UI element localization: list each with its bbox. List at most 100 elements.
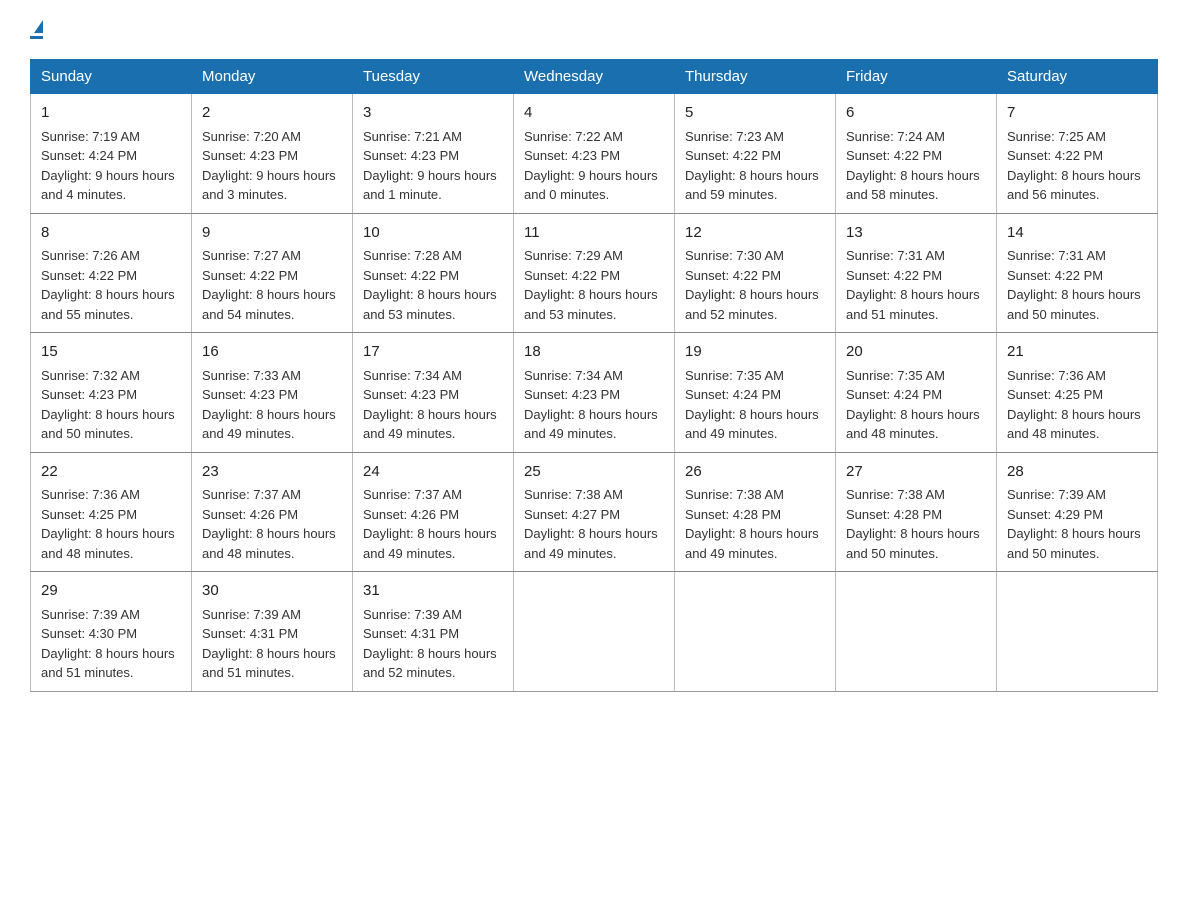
day-sunset: Sunset: 4:22 PM: [846, 148, 942, 163]
calendar-cell: 14 Sunrise: 7:31 AM Sunset: 4:22 PM Dayl…: [997, 213, 1158, 333]
day-number: 7: [1007, 102, 1147, 125]
day-sunset: Sunset: 4:22 PM: [685, 148, 781, 163]
day-sunset: Sunset: 4:23 PM: [524, 148, 620, 163]
calendar-cell: [836, 572, 997, 692]
day-sunrise: Sunrise: 7:35 AM: [846, 368, 945, 383]
day-sunrise: Sunrise: 7:34 AM: [524, 368, 623, 383]
day-daylight: Daylight: 8 hours hours: [1007, 168, 1141, 183]
day-daylight: Daylight: 8 hours hours: [363, 526, 497, 541]
day-number: 19: [685, 341, 825, 364]
day-daylight-min: and 1 minute.: [363, 187, 442, 202]
day-daylight: Daylight: 8 hours hours: [846, 287, 980, 302]
day-daylight: Daylight: 8 hours hours: [1007, 287, 1141, 302]
day-sunset: Sunset: 4:22 PM: [1007, 148, 1103, 163]
day-daylight-min: and 49 minutes.: [363, 426, 456, 441]
day-sunrise: Sunrise: 7:22 AM: [524, 129, 623, 144]
calendar-cell: 10 Sunrise: 7:28 AM Sunset: 4:22 PM Dayl…: [353, 213, 514, 333]
day-daylight: Daylight: 8 hours hours: [524, 526, 658, 541]
day-daylight: Daylight: 8 hours hours: [363, 287, 497, 302]
day-daylight: Daylight: 8 hours hours: [846, 407, 980, 422]
day-sunrise: Sunrise: 7:32 AM: [41, 368, 140, 383]
day-daylight-min: and 55 minutes.: [41, 307, 134, 322]
day-sunset: Sunset: 4:23 PM: [41, 387, 137, 402]
day-number: 30: [202, 580, 342, 603]
day-sunset: Sunset: 4:22 PM: [41, 268, 137, 283]
day-daylight-min: and 56 minutes.: [1007, 187, 1100, 202]
day-daylight: Daylight: 8 hours hours: [363, 407, 497, 422]
day-sunrise: Sunrise: 7:29 AM: [524, 248, 623, 263]
day-sunset: Sunset: 4:22 PM: [685, 268, 781, 283]
day-number: 25: [524, 461, 664, 484]
day-daylight: Daylight: 8 hours hours: [1007, 407, 1141, 422]
day-sunset: Sunset: 4:31 PM: [202, 626, 298, 641]
day-sunset: Sunset: 4:22 PM: [846, 268, 942, 283]
day-daylight: Daylight: 8 hours hours: [41, 407, 175, 422]
calendar-cell: 4 Sunrise: 7:22 AM Sunset: 4:23 PM Dayli…: [514, 94, 675, 214]
day-daylight-min: and 50 minutes.: [1007, 546, 1100, 561]
calendar-cell: [997, 572, 1158, 692]
day-number: 27: [846, 461, 986, 484]
day-sunset: Sunset: 4:23 PM: [202, 148, 298, 163]
header-friday: Friday: [836, 60, 997, 94]
header-wednesday: Wednesday: [514, 60, 675, 94]
day-number: 4: [524, 102, 664, 125]
day-number: 31: [363, 580, 503, 603]
calendar-cell: 21 Sunrise: 7:36 AM Sunset: 4:25 PM Dayl…: [997, 333, 1158, 453]
day-daylight: Daylight: 8 hours hours: [41, 526, 175, 541]
header-thursday: Thursday: [675, 60, 836, 94]
day-sunset: Sunset: 4:24 PM: [41, 148, 137, 163]
calendar-cell: 15 Sunrise: 7:32 AM Sunset: 4:23 PM Dayl…: [31, 333, 192, 453]
day-daylight: Daylight: 8 hours hours: [846, 526, 980, 541]
day-sunrise: Sunrise: 7:39 AM: [363, 607, 462, 622]
day-daylight: Daylight: 8 hours hours: [685, 526, 819, 541]
day-sunset: Sunset: 4:31 PM: [363, 626, 459, 641]
day-sunset: Sunset: 4:29 PM: [1007, 507, 1103, 522]
day-daylight-min: and 54 minutes.: [202, 307, 295, 322]
day-number: 1: [41, 102, 181, 125]
day-number: 17: [363, 341, 503, 364]
day-daylight-min: and 48 minutes.: [846, 426, 939, 441]
day-sunrise: Sunrise: 7:20 AM: [202, 129, 301, 144]
day-sunset: Sunset: 4:26 PM: [363, 507, 459, 522]
day-sunrise: Sunrise: 7:38 AM: [846, 487, 945, 502]
day-number: 11: [524, 222, 664, 245]
calendar-cell: 6 Sunrise: 7:24 AM Sunset: 4:22 PM Dayli…: [836, 94, 997, 214]
day-daylight-min: and 3 minutes.: [202, 187, 287, 202]
day-daylight-min: and 49 minutes.: [363, 546, 456, 561]
calendar-cell: 2 Sunrise: 7:20 AM Sunset: 4:23 PM Dayli…: [192, 94, 353, 214]
day-number: 10: [363, 222, 503, 245]
day-sunrise: Sunrise: 7:30 AM: [685, 248, 784, 263]
calendar-cell: 7 Sunrise: 7:25 AM Sunset: 4:22 PM Dayli…: [997, 94, 1158, 214]
day-daylight: Daylight: 8 hours hours: [202, 407, 336, 422]
day-sunrise: Sunrise: 7:37 AM: [202, 487, 301, 502]
day-sunrise: Sunrise: 7:39 AM: [1007, 487, 1106, 502]
day-daylight: Daylight: 8 hours hours: [41, 646, 175, 661]
calendar-cell: 9 Sunrise: 7:27 AM Sunset: 4:22 PM Dayli…: [192, 213, 353, 333]
calendar-cell: 25 Sunrise: 7:38 AM Sunset: 4:27 PM Dayl…: [514, 452, 675, 572]
calendar-cell: 27 Sunrise: 7:38 AM Sunset: 4:28 PM Dayl…: [836, 452, 997, 572]
calendar-cell: 16 Sunrise: 7:33 AM Sunset: 4:23 PM Dayl…: [192, 333, 353, 453]
day-daylight-min: and 49 minutes.: [202, 426, 295, 441]
calendar-cell: 31 Sunrise: 7:39 AM Sunset: 4:31 PM Dayl…: [353, 572, 514, 692]
day-daylight-min: and 50 minutes.: [1007, 307, 1100, 322]
calendar-week-row-1: 1 Sunrise: 7:19 AM Sunset: 4:24 PM Dayli…: [31, 94, 1158, 214]
day-sunrise: Sunrise: 7:35 AM: [685, 368, 784, 383]
day-number: 6: [846, 102, 986, 125]
day-daylight: Daylight: 8 hours hours: [685, 407, 819, 422]
day-sunrise: Sunrise: 7:34 AM: [363, 368, 462, 383]
header-monday: Monday: [192, 60, 353, 94]
day-sunrise: Sunrise: 7:36 AM: [41, 487, 140, 502]
day-number: 5: [685, 102, 825, 125]
day-sunrise: Sunrise: 7:33 AM: [202, 368, 301, 383]
calendar-table: Sunday Monday Tuesday Wednesday Thursday…: [30, 59, 1158, 692]
day-daylight: Daylight: 9 hours hours: [41, 168, 175, 183]
day-number: 14: [1007, 222, 1147, 245]
day-sunset: Sunset: 4:28 PM: [685, 507, 781, 522]
day-sunrise: Sunrise: 7:27 AM: [202, 248, 301, 263]
calendar-cell: 19 Sunrise: 7:35 AM Sunset: 4:24 PM Dayl…: [675, 333, 836, 453]
day-daylight-min: and 58 minutes.: [846, 187, 939, 202]
calendar-cell: 30 Sunrise: 7:39 AM Sunset: 4:31 PM Dayl…: [192, 572, 353, 692]
day-number: 12: [685, 222, 825, 245]
day-number: 13: [846, 222, 986, 245]
calendar-week-row-3: 15 Sunrise: 7:32 AM Sunset: 4:23 PM Dayl…: [31, 333, 1158, 453]
